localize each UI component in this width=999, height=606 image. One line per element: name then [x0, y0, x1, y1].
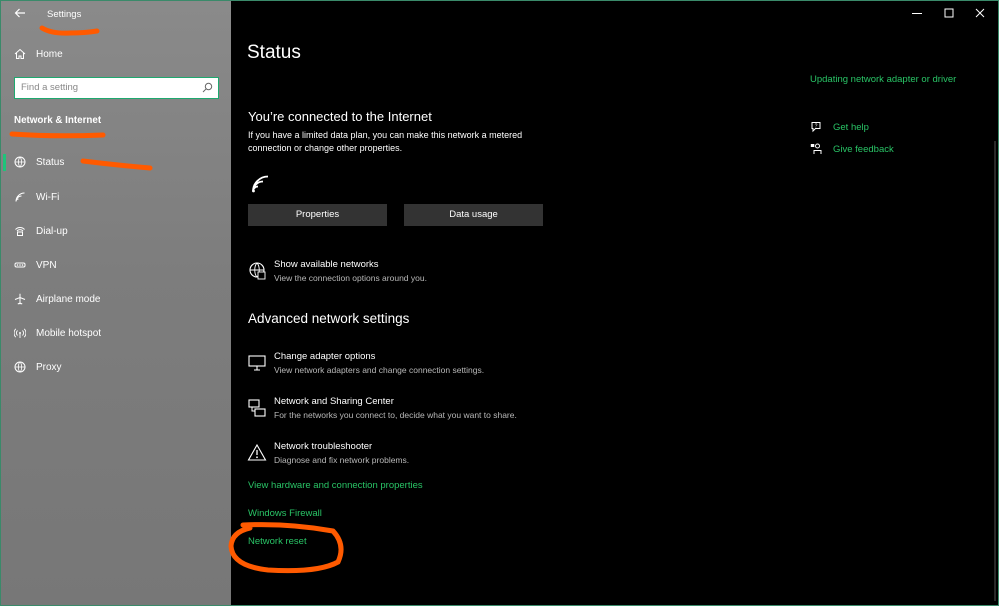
main-content: Status You’re connected to the Internet … — [231, 1, 999, 605]
item-title: Change adapter options — [274, 351, 376, 362]
back-arrow-icon[interactable] — [13, 6, 27, 20]
sidebar: Settings Home Network & Internet Status — [1, 1, 231, 605]
hotspot-icon — [14, 328, 26, 338]
sidebar-item-label: Airplane mode — [36, 294, 101, 305]
monitor-icon — [248, 355, 266, 371]
item-title: Network and Sharing Center — [274, 396, 394, 407]
show-networks-item[interactable]: Show available networks View the connect… — [247, 259, 667, 291]
hardware-properties-link[interactable]: View hardware and connection properties — [248, 480, 423, 491]
help-icon: ? — [811, 122, 821, 133]
feedback-icon — [810, 143, 822, 154]
troubleshooter-item[interactable]: Network troubleshooter Diagnose and fix … — [247, 441, 667, 473]
active-indicator — [3, 154, 6, 171]
item-description: For the networks you connect to, decide … — [274, 410, 517, 420]
wifi-icon — [15, 192, 25, 202]
wifi-status-icon — [252, 175, 269, 193]
sidebar-item-label: Wi-Fi — [36, 192, 60, 203]
sidebar-item-dialup[interactable]: Dial-up — [1, 221, 231, 243]
home-icon — [14, 48, 26, 59]
sidebar-item-vpn[interactable]: VPN — [1, 255, 231, 277]
vpn-icon — [14, 262, 26, 268]
sidebar-item-label: Proxy — [36, 362, 62, 373]
sidebar-item-status[interactable]: Status — [1, 152, 231, 174]
search-icon[interactable] — [202, 82, 213, 93]
connection-description: If you have a limited data plan, you can… — [248, 130, 523, 153]
item-description: View network adapters and change connect… — [274, 365, 485, 375]
get-help-link[interactable]: Get help — [833, 122, 869, 133]
globe-status-icon — [14, 156, 26, 168]
section-title: Network & Internet — [14, 115, 102, 126]
sidebar-item-hotspot[interactable]: Mobile hotspot — [1, 323, 231, 345]
item-description: View the connection options around you. — [274, 273, 427, 283]
sharing-center-item[interactable]: Network and Sharing Center For the netwo… — [247, 396, 667, 428]
properties-button[interactable]: Properties — [248, 204, 387, 226]
network-reset-link[interactable]: Network reset — [248, 536, 307, 547]
svg-text:?: ? — [815, 123, 818, 129]
windows-firewall-link[interactable]: Windows Firewall — [248, 508, 322, 519]
app-title: Settings — [47, 9, 82, 20]
sidebar-item-label: Mobile hotspot — [36, 328, 102, 339]
item-title: Show available networks — [274, 259, 379, 270]
sidebar-item-label: Status — [36, 157, 65, 168]
connection-heading: You’re connected to the Internet — [248, 109, 432, 124]
sidebar-item-proxy[interactable]: Proxy — [1, 357, 231, 379]
network-sharing-icon — [248, 399, 266, 417]
change-adapter-item[interactable]: Change adapter options View network adap… — [247, 351, 667, 383]
scrollbar[interactable] — [994, 141, 996, 601]
sidebar-item-airplane[interactable]: Airplane mode — [1, 289, 231, 311]
sidebar-item-home[interactable]: Home — [1, 45, 231, 65]
dialup-icon — [15, 227, 25, 236]
page-title: Status — [247, 42, 301, 63]
warning-icon — [247, 443, 267, 461]
sidebar-item-label: Dial-up — [36, 226, 68, 237]
item-title: Network troubleshooter — [274, 441, 373, 452]
advanced-heading: Advanced network settings — [248, 311, 410, 326]
sidebar-item-label: VPN — [36, 260, 57, 271]
item-description: Diagnose and fix network problems. — [274, 455, 410, 465]
updating-adapter-link[interactable]: Updating network adapter or driver — [810, 74, 956, 85]
data-usage-button[interactable]: Data usage — [404, 204, 543, 226]
search-box — [14, 77, 219, 99]
sidebar-item-wifi[interactable]: Wi-Fi — [1, 187, 231, 209]
give-feedback-link[interactable]: Give feedback — [833, 144, 894, 155]
settings-window: Settings Home Network & Internet Status — [0, 0, 999, 606]
globe-network-icon — [249, 262, 266, 280]
search-input[interactable] — [15, 78, 195, 97]
globe-icon — [14, 361, 26, 373]
sidebar-item-label: Home — [36, 49, 63, 60]
airplane-icon — [14, 293, 26, 305]
